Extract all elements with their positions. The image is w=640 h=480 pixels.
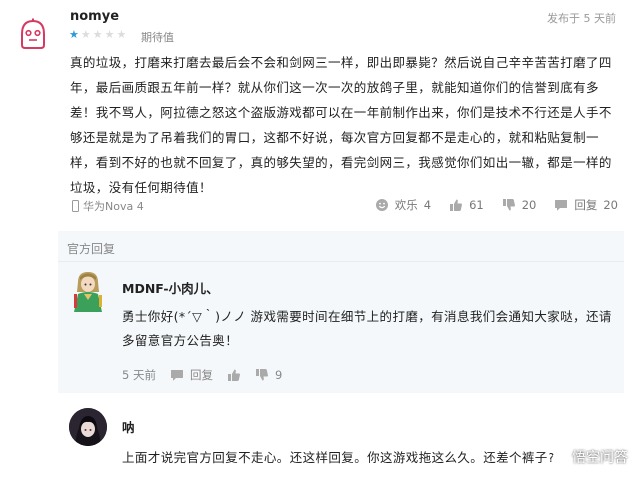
review-actions: 欢乐 4 61 20 回复 20 xyxy=(375,197,618,213)
official-reply-button[interactable]: 回复 xyxy=(170,367,213,383)
rating-label: 期待值 xyxy=(141,31,174,44)
reply-count: 20 xyxy=(603,198,618,212)
wukong-logo-icon xyxy=(547,447,567,467)
reply-time: 5 天前 xyxy=(122,368,156,382)
dislike-button[interactable]: 20 xyxy=(502,197,537,213)
reply-button[interactable]: 回复 20 xyxy=(554,197,618,213)
official-reply-title: 官方回复 xyxy=(67,242,116,256)
happy-button[interactable]: 欢乐 4 xyxy=(375,197,431,213)
commenter-avatar[interactable] xyxy=(69,408,107,446)
official-reply-meta: 5 天前 回复 9 xyxy=(122,367,282,383)
divider xyxy=(58,261,624,262)
review-username[interactable]: nomye xyxy=(70,9,119,24)
official-reply-label: 回复 xyxy=(189,368,213,382)
star-icon: ★ xyxy=(104,28,115,41)
official-dislike-button[interactable]: 9 xyxy=(255,368,282,382)
like-button[interactable]: 61 xyxy=(449,197,484,213)
thumbs-up-icon xyxy=(227,369,240,381)
rating-stars: ★ ★ ★ ★ ★ xyxy=(69,29,126,40)
commenter-username[interactable]: 呐 xyxy=(122,417,135,436)
thumbs-up-icon xyxy=(450,199,463,211)
user-avatar[interactable] xyxy=(18,18,48,50)
posted-time: 发布于 5 天前 xyxy=(547,12,616,25)
comment-icon xyxy=(170,370,183,381)
star-icon: ★ xyxy=(80,28,91,41)
official-reply-panel: 官方回复 MDNF-小肉儿、 勇士你好(*´▽｀)ノノ 游戏需要时间在细节上的打… xyxy=(58,231,624,393)
watermark-text: 悟空问答 xyxy=(572,450,628,466)
star-icon: ★ xyxy=(116,28,127,41)
commenter-avatar-image xyxy=(69,408,107,446)
comment-body: 上面才说完官方回复不走心。还这样回复。你这游戏拖这么久。还差个裤子? xyxy=(122,450,555,465)
official-reply-body: 勇士你好(*´▽｀)ノノ 游戏需要时间在细节上的打磨，有消息我们会通知大家哒，还… xyxy=(122,309,612,348)
happy-count: 4 xyxy=(423,198,432,212)
smiley-icon xyxy=(375,199,388,211)
official-dislike-count: 9 xyxy=(274,368,283,382)
dislike-count: 20 xyxy=(521,198,537,212)
phone-icon xyxy=(72,200,79,212)
happy-label: 欢乐 xyxy=(394,198,418,212)
device-info: 华为Nova 4 xyxy=(72,198,144,214)
user-review: nomye 发布于 5 天前 ★ ★ ★ ★ ★ 期待值 真的垃圾，打磨来打磨去最后会不… xyxy=(0,0,640,232)
star-icon: ★ xyxy=(69,28,79,41)
thumbs-down-icon xyxy=(255,369,268,381)
comment-icon xyxy=(555,200,568,211)
like-count: 61 xyxy=(469,198,484,212)
star-icon: ★ xyxy=(92,28,103,41)
official-like-button[interactable] xyxy=(227,368,241,382)
review-body: 真的垃圾，打磨来打磨去最后会不会和剑网三一样，即出即暴毙？然后说自己辛辛苦苦打磨… xyxy=(70,55,612,195)
device-name: 华为Nova 4 xyxy=(83,200,144,213)
watermark: 悟空问答 xyxy=(547,447,628,467)
developer-avatar[interactable] xyxy=(70,270,106,312)
developer-name[interactable]: MDNF-小肉儿、 xyxy=(122,278,219,297)
reply-label: 回复 xyxy=(574,198,598,212)
thumbs-down-icon xyxy=(502,199,515,211)
